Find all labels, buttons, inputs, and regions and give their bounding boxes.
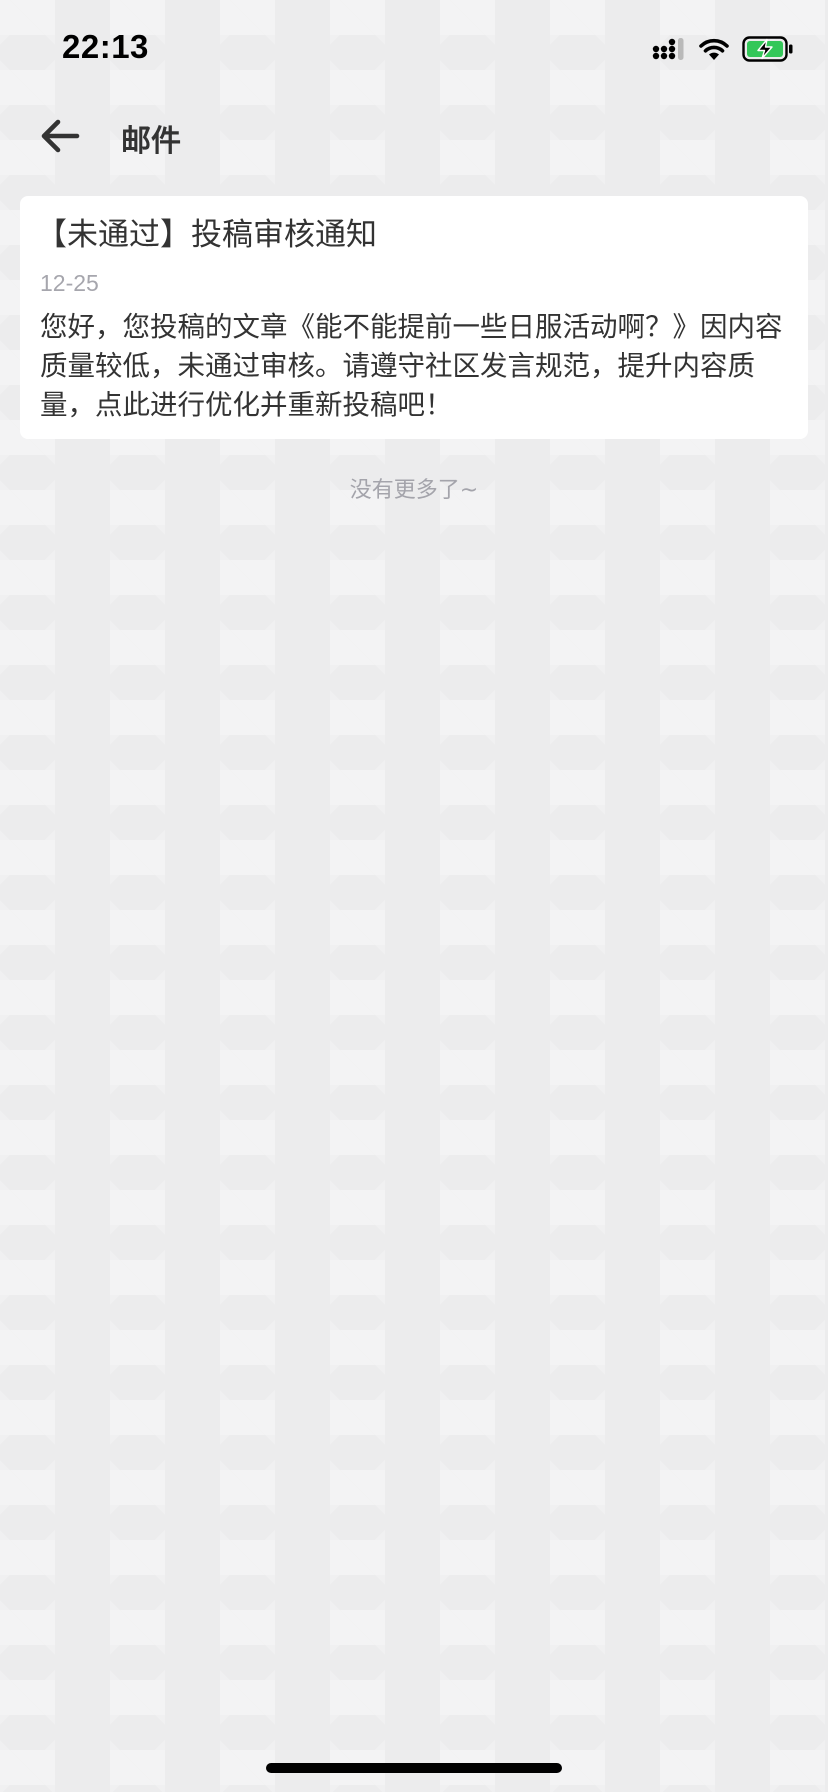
status-time: 22:13 — [62, 28, 149, 65]
mail-body: 您好，您投稿的文章《能不能提前一些日服活动啊？》因内容质量较低，未通过审核。请遵… — [40, 311, 783, 421]
page-title: 邮件 — [121, 124, 181, 159]
signal-icon — [652, 37, 686, 61]
battery-charging-icon — [742, 36, 794, 62]
status-bar: 22:13 — [0, 0, 828, 96]
home-indicator[interactable] — [266, 1763, 562, 1773]
nav-bar: 邮件 — [0, 96, 828, 180]
wifi-icon — [698, 37, 730, 61]
back-button[interactable] — [36, 114, 84, 162]
mail-title: 【未通过】投稿审核通知 — [36, 217, 377, 253]
arrow-left-icon — [40, 119, 80, 157]
no-more-text: 没有更多了~ — [349, 478, 479, 503]
mail-card[interactable]: 【未通过】投稿审核通知 12-25 您好，您投稿的文章《能不能提前一些日服活动啊… — [20, 196, 808, 439]
status-icons — [652, 34, 794, 64]
mail-date: 12-25 — [40, 270, 99, 296]
